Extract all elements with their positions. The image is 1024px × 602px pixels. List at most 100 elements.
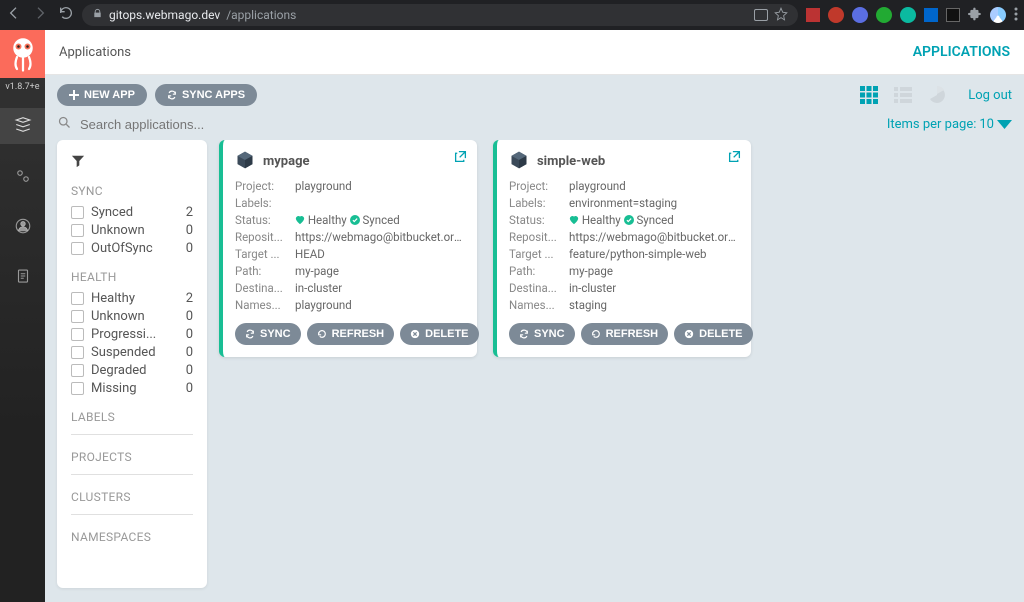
rail-item-docs[interactable] bbox=[0, 258, 45, 294]
field-value: Healthy Synced bbox=[569, 213, 739, 228]
checkbox[interactable] bbox=[71, 206, 84, 219]
delete-button[interactable]: DELETE bbox=[674, 323, 752, 345]
ext-icon[interactable] bbox=[924, 8, 938, 22]
filter-row[interactable]: Unknown0 bbox=[71, 223, 193, 238]
field-key: Path: bbox=[235, 264, 295, 279]
field-key: Labels: bbox=[235, 196, 295, 211]
reload-button[interactable] bbox=[58, 5, 74, 25]
filter-count: 0 bbox=[186, 381, 193, 396]
filter-count: 0 bbox=[186, 241, 193, 256]
delete-button[interactable]: DELETE bbox=[400, 323, 478, 345]
field-key: Project: bbox=[509, 179, 569, 194]
app-name: mypage bbox=[263, 154, 310, 169]
checkbox[interactable] bbox=[71, 382, 84, 395]
rail-item-settings[interactable] bbox=[0, 158, 45, 194]
field-value: staging bbox=[569, 298, 739, 313]
rail-item-applications[interactable] bbox=[0, 108, 45, 144]
field-value: playground bbox=[295, 179, 465, 194]
filter-count: 2 bbox=[186, 291, 193, 306]
field-key: Destina... bbox=[235, 281, 295, 296]
field-value: https://webmago@bitbucket.org/we... bbox=[295, 230, 465, 245]
ext-icon[interactable] bbox=[900, 7, 916, 23]
view-grid-icon[interactable] bbox=[859, 85, 879, 105]
new-app-label: NEW APP bbox=[84, 89, 135, 101]
ext-icon[interactable] bbox=[828, 7, 844, 23]
filter-row[interactable]: Degraded0 bbox=[71, 363, 193, 378]
field-value: playground bbox=[569, 179, 739, 194]
field-value: feature/python-simple-web bbox=[569, 247, 739, 262]
synced-icon bbox=[624, 213, 634, 227]
filter-row[interactable]: Unknown0 bbox=[71, 309, 193, 324]
refresh-button[interactable]: REFRESH bbox=[581, 323, 669, 345]
items-per-page[interactable]: Items per page: 10 bbox=[887, 117, 1012, 132]
filter-row[interactable]: Suspended0 bbox=[71, 345, 193, 360]
checkbox[interactable] bbox=[71, 292, 84, 305]
field-value: my-page bbox=[569, 264, 739, 279]
open-external-icon[interactable] bbox=[454, 150, 467, 166]
back-button[interactable] bbox=[6, 5, 22, 25]
refresh-button[interactable]: REFRESH bbox=[307, 323, 395, 345]
ipp-label: Items per page: bbox=[887, 117, 977, 132]
open-external-icon[interactable] bbox=[728, 150, 741, 166]
address-bar[interactable]: gitops.webmago.dev/applications bbox=[82, 4, 798, 26]
ext-icon[interactable] bbox=[946, 8, 960, 22]
field-key: Path: bbox=[509, 264, 569, 279]
filter-label: OutOfSync bbox=[91, 241, 179, 256]
field-value: in-cluster bbox=[295, 281, 465, 296]
sync-apps-button[interactable]: SYNC APPS bbox=[155, 84, 257, 106]
extensions-icon[interactable] bbox=[968, 6, 982, 25]
rail-item-user[interactable] bbox=[0, 208, 45, 244]
field-value: my-page bbox=[295, 264, 465, 279]
filter-label: Healthy bbox=[91, 291, 179, 306]
filter-row[interactable]: Progressi...0 bbox=[71, 327, 193, 342]
profile-avatar[interactable] bbox=[990, 7, 1006, 23]
argo-logo[interactable] bbox=[0, 30, 45, 78]
field-value: in-cluster bbox=[569, 281, 739, 296]
sync-button[interactable]: SYNC bbox=[509, 323, 575, 345]
application-card[interactable]: mypageProject:playgroundLabels:Status: H… bbox=[219, 140, 477, 357]
breadcrumb-bar: Applications APPLICATIONS bbox=[45, 30, 1024, 75]
filter-head-sync: SYNC bbox=[71, 184, 193, 199]
field-key: Status: bbox=[235, 213, 295, 228]
view-list-icon[interactable] bbox=[893, 85, 913, 105]
ext-icon[interactable] bbox=[876, 7, 892, 23]
lock-icon bbox=[92, 8, 103, 22]
checkbox[interactable] bbox=[71, 346, 84, 359]
kebab-menu-icon[interactable] bbox=[1014, 6, 1018, 25]
checkbox[interactable] bbox=[71, 364, 84, 377]
field-value: Healthy Synced bbox=[295, 213, 465, 228]
applications-link[interactable]: APPLICATIONS bbox=[913, 44, 1010, 60]
filter-label: Unknown bbox=[91, 309, 179, 324]
filter-icon bbox=[71, 154, 193, 172]
field-key: Names... bbox=[509, 298, 569, 313]
field-key: Names... bbox=[235, 298, 295, 313]
checkbox[interactable] bbox=[71, 224, 84, 237]
checkbox[interactable] bbox=[71, 242, 84, 255]
logout-link[interactable]: Log out bbox=[968, 88, 1012, 103]
filter-sync: SYNC Synced2 Unknown0 OutOfSync 0 bbox=[71, 184, 193, 256]
application-card[interactable]: simple-webProject:playgroundLabels:envir… bbox=[493, 140, 751, 357]
filter-health: HEALTH Healthy2Unknown0Progressi...0Susp… bbox=[71, 270, 193, 396]
search-input[interactable] bbox=[80, 117, 879, 132]
checkbox[interactable] bbox=[71, 328, 84, 341]
filter-row[interactable]: Synced2 bbox=[71, 205, 193, 220]
bookmark-icon[interactable] bbox=[774, 7, 788, 24]
translate-icon[interactable] bbox=[754, 9, 768, 21]
filter-row[interactable]: Healthy 2 bbox=[71, 291, 193, 306]
url-host: gitops.webmago.dev bbox=[109, 8, 220, 22]
filter-row[interactable]: OutOfSync 0 bbox=[71, 241, 193, 256]
ext-icon[interactable] bbox=[852, 7, 868, 23]
checkbox[interactable] bbox=[71, 310, 84, 323]
field-value: HEAD bbox=[295, 247, 465, 262]
new-app-button[interactable]: NEW APP bbox=[57, 84, 147, 106]
synced-icon bbox=[350, 213, 360, 227]
ext-icon[interactable] bbox=[806, 8, 820, 22]
field-key: Reposit... bbox=[509, 230, 569, 245]
filter-label: Suspended bbox=[91, 345, 179, 360]
forward-button[interactable] bbox=[32, 5, 48, 25]
field-value: https://webmago@bitbucket.org/we... bbox=[569, 230, 739, 245]
filter-row[interactable]: Missing0 bbox=[71, 381, 193, 396]
filter-head-projects: PROJECTS bbox=[71, 450, 193, 476]
sync-button[interactable]: SYNC bbox=[235, 323, 301, 345]
view-pie-icon[interactable] bbox=[927, 85, 947, 105]
